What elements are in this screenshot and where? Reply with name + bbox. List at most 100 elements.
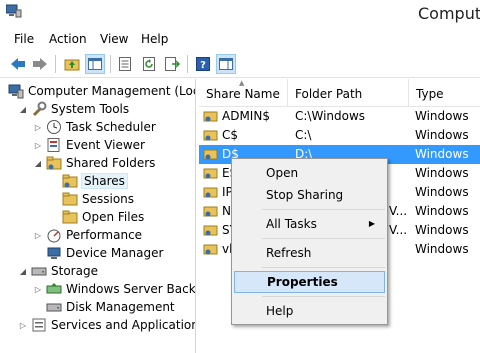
- tree-item-open-files[interactable]: Open Files: [62, 208, 144, 226]
- tree-item-event-viewer[interactable]: ▷ Event Viewer: [33, 136, 145, 154]
- toolbar-separator: [55, 55, 56, 73]
- menu-item-label: Refresh: [266, 246, 312, 260]
- tree-item-computer-management[interactable]: Computer Management (Local: [8, 82, 195, 100]
- storage-icon: [31, 267, 47, 276]
- expand-arrow-icon[interactable]: ▷: [33, 141, 43, 150]
- menu-item-label: Open: [266, 166, 299, 180]
- share-icon: [203, 111, 218, 122]
- refresh-button[interactable]: [139, 54, 159, 74]
- menu-item-label: All Tasks: [266, 217, 317, 231]
- menu-separator: [262, 296, 385, 297]
- back-button[interactable]: [8, 54, 28, 74]
- share-type: Windows: [415, 223, 469, 237]
- folder-path: C:\Windows: [295, 109, 366, 123]
- column-header-share-name[interactable]: ▲ Share Name: [199, 79, 288, 107]
- share-type: Windows: [415, 109, 469, 123]
- collapse-arrow-icon[interactable]: ◢: [18, 105, 28, 114]
- expand-arrow-icon[interactable]: ▷: [33, 123, 43, 132]
- tree-item-label: Device Manager: [66, 246, 164, 260]
- shared-folder-icon: [46, 156, 62, 170]
- event-viewer-icon: [47, 138, 60, 152]
- share-name: ADMIN$: [222, 109, 270, 123]
- share-type: Windows: [415, 204, 469, 218]
- tree-item-system-tools[interactable]: ◢ System Tools: [18, 100, 129, 118]
- show-hide-action-pane-button[interactable]: [216, 54, 236, 74]
- tree-item-label: System Tools: [51, 102, 130, 116]
- tree-item-task-scheduler[interactable]: ▷ Task Scheduler: [33, 118, 156, 136]
- share-icon: [203, 187, 218, 198]
- sessions-folder-icon: [62, 192, 78, 206]
- shared-folder-icon: [62, 174, 78, 188]
- clock-icon: [47, 120, 61, 134]
- expand-arrow-icon[interactable]: ▷: [33, 231, 43, 240]
- title-bar: Computer: [0, 0, 480, 30]
- column-header-type[interactable]: Type: [409, 79, 480, 107]
- menu-help[interactable]: Help: [141, 32, 168, 46]
- collapse-arrow-icon[interactable]: ◢: [18, 267, 28, 276]
- tree-item-label: Storage: [51, 264, 98, 278]
- tree-item-label: Task Scheduler: [66, 120, 156, 134]
- tree-item-services-and-applications[interactable]: ▷ Services and Applications: [18, 316, 196, 334]
- tree-item-disk-management[interactable]: Disk Management: [46, 298, 175, 316]
- menu-bar: File Action View Help: [0, 30, 480, 50]
- share-type: Windows: [415, 242, 469, 256]
- tree-item-label: Open Files: [82, 210, 145, 224]
- share-icon: [203, 130, 218, 141]
- show-hide-console-tree-button[interactable]: [85, 54, 105, 74]
- tree-item-windows-server-backup[interactable]: ▷ Windows Server Backup: [33, 280, 195, 298]
- properties-toolbar-button[interactable]: [115, 54, 135, 74]
- computer-management-icon: [6, 4, 22, 18]
- tree-item-sessions[interactable]: Sessions: [62, 190, 134, 208]
- tree-item-label: Shares: [81, 173, 128, 189]
- context-menu-help[interactable]: Help: [234, 300, 385, 322]
- tree-item-performance[interactable]: ▷ Performance: [33, 226, 142, 244]
- tree-item-shares[interactable]: Shares: [62, 172, 128, 190]
- tree-item-shared-folders[interactable]: ◢ Shared Folders: [33, 154, 155, 172]
- share-name-cell: IP: [203, 185, 233, 199]
- properties-sheet-icon: [119, 57, 131, 71]
- folder-path: C:\: [295, 128, 312, 142]
- menu-separator: [262, 267, 385, 268]
- tree-item-device-manager[interactable]: Device Manager: [46, 244, 163, 262]
- menu-view[interactable]: View: [100, 32, 128, 46]
- services-icon: [32, 318, 46, 332]
- share-icon: [203, 244, 218, 255]
- share-name: N: [222, 204, 231, 218]
- help-button[interactable]: ?: [193, 54, 213, 74]
- share-type: Windows: [415, 185, 469, 199]
- back-arrow-icon: [11, 58, 25, 70]
- column-header-label: Folder Path: [295, 87, 363, 101]
- column-header-folder-path[interactable]: Folder Path: [288, 79, 409, 107]
- share-name-cell: N: [203, 204, 231, 218]
- share-icon: [203, 168, 218, 179]
- device-manager-icon: [47, 247, 61, 259]
- tools-icon: [32, 101, 47, 117]
- tree-item-label: Services and Applications: [51, 318, 196, 332]
- share-type: Windows: [415, 147, 469, 161]
- share-name-cell: ADMIN$: [203, 109, 270, 123]
- table-row[interactable]: C$ C:\ Windows: [199, 126, 480, 145]
- computer-management-icon: [8, 84, 24, 99]
- up-one-level-button[interactable]: [62, 54, 82, 74]
- context-menu-properties[interactable]: Properties: [234, 271, 385, 293]
- collapse-arrow-icon[interactable]: ◢: [33, 159, 43, 168]
- share-type: Windows: [415, 128, 469, 142]
- action-pane-icon: [219, 58, 233, 70]
- menu-item-label: Help: [266, 304, 294, 318]
- expand-arrow-icon[interactable]: ▷: [18, 321, 28, 330]
- help-icon: ?: [196, 57, 210, 71]
- menu-file[interactable]: File: [14, 32, 34, 46]
- context-menu-open[interactable]: Open: [234, 162, 385, 184]
- menu-action[interactable]: Action: [49, 32, 87, 46]
- toolbar-separator: [187, 55, 188, 73]
- forward-button[interactable]: [30, 54, 50, 74]
- submenu-arrow-icon: ▶: [368, 219, 375, 228]
- console-tree-icon: [88, 58, 102, 70]
- expand-arrow-icon[interactable]: ▷: [33, 285, 43, 294]
- table-row[interactable]: ADMIN$ C:\Windows Windows: [199, 107, 480, 126]
- context-menu-refresh[interactable]: Refresh: [234, 242, 385, 264]
- export-list-button[interactable]: [162, 54, 182, 74]
- context-menu-all-tasks[interactable]: All Tasks ▶: [234, 213, 385, 235]
- context-menu-stop-sharing[interactable]: Stop Sharing: [234, 184, 385, 206]
- tree-item-storage[interactable]: ◢ Storage: [18, 262, 98, 280]
